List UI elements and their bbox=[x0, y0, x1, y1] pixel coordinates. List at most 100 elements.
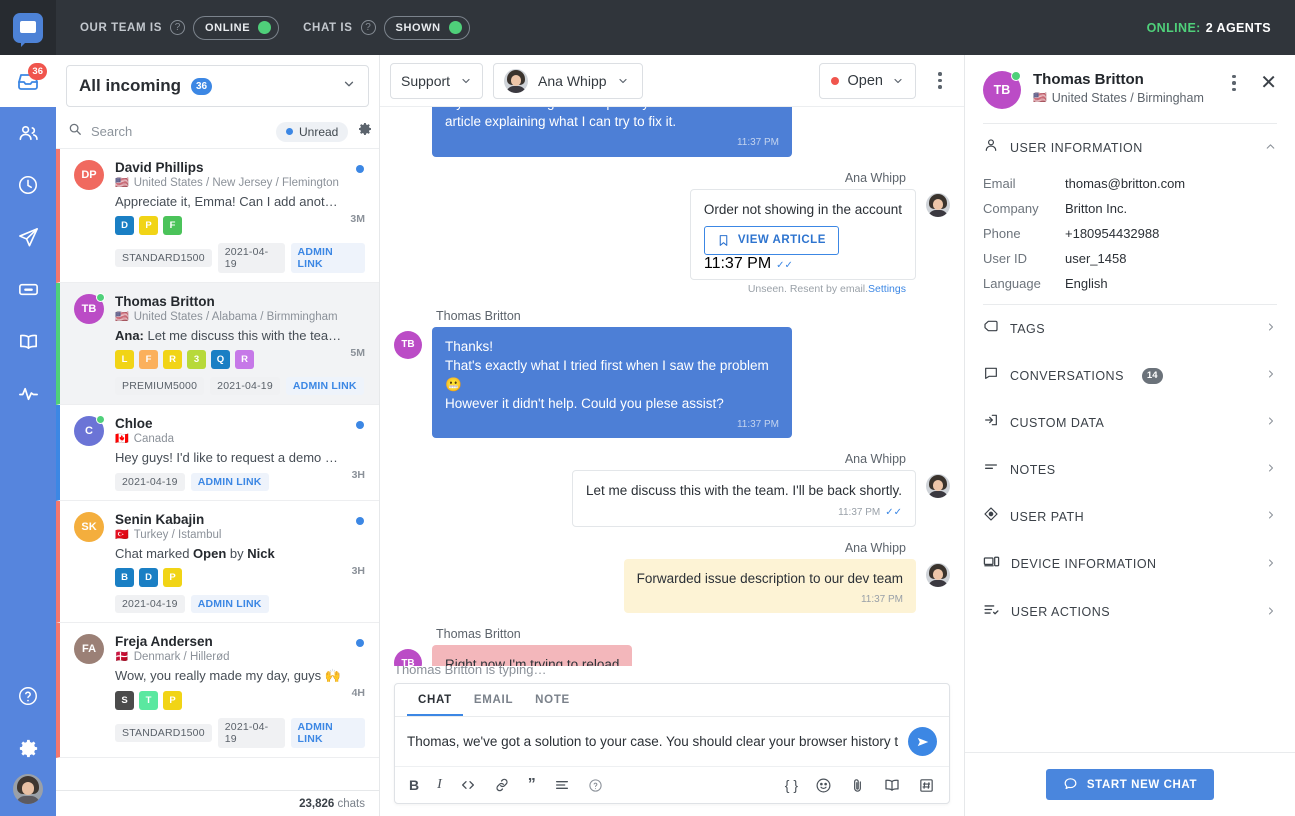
help-icon[interactable] bbox=[588, 778, 603, 793]
current-user-avatar[interactable] bbox=[13, 774, 43, 804]
admin-link[interactable]: ADMIN LINK bbox=[190, 473, 269, 491]
bold-icon[interactable]: B bbox=[409, 777, 419, 793]
sidebar-item-contacts[interactable] bbox=[0, 107, 56, 159]
view-article-button[interactable]: VIEW ARTICLE bbox=[703, 225, 839, 255]
country-flag-icon: 🇩🇰 bbox=[115, 650, 129, 663]
start-new-chat-button[interactable]: START NEW CHAT bbox=[1045, 769, 1215, 800]
tag-chip[interactable]: D bbox=[139, 568, 158, 587]
conversation-list-item[interactable]: DP David Phillips 🇺🇸 United States / New Je… bbox=[56, 149, 379, 283]
conversation-list-item[interactable]: TB Thomas Britton 🇺🇸 United States / Alabam… bbox=[56, 283, 379, 405]
sidebar-item-reports[interactable] bbox=[0, 367, 56, 419]
team-status-toggle[interactable]: ONLINE bbox=[193, 15, 280, 40]
sidebar-item-help[interactable] bbox=[0, 670, 56, 722]
section-tags[interactable]: TAGS bbox=[965, 305, 1295, 352]
user-info-value[interactable]: thomas@britton.com bbox=[1065, 176, 1185, 191]
tag-chip[interactable]: F bbox=[163, 216, 182, 235]
list-icon[interactable] bbox=[554, 777, 570, 793]
message-bubble: Forwarded issue description to our dev t… bbox=[623, 558, 916, 614]
admin-link[interactable]: ADMIN LINK bbox=[290, 243, 365, 273]
tag-chip[interactable]: Q bbox=[211, 350, 230, 369]
code-icon[interactable] bbox=[460, 777, 476, 793]
tag-chip[interactable]: S bbox=[115, 691, 134, 710]
message-bubble: I just placed the order, however it does… bbox=[432, 107, 792, 157]
inbox-filter-dropdown[interactable]: All incoming 36 bbox=[66, 65, 369, 107]
tag-chip[interactable]: R bbox=[163, 350, 182, 369]
tag-chip[interactable]: P bbox=[163, 568, 182, 587]
knowledge-book-icon[interactable] bbox=[883, 776, 901, 794]
list-settings-gear-icon[interactable] bbox=[357, 121, 373, 142]
section-conversations[interactable]: CONVERSATIONS 14 bbox=[965, 352, 1295, 399]
sidebar-item-history[interactable] bbox=[0, 159, 56, 211]
composer-input-row bbox=[395, 717, 949, 767]
canned-braces-icon[interactable]: { } bbox=[785, 777, 798, 793]
location-text: Canada bbox=[133, 433, 174, 445]
conversation-list-item[interactable]: FA Freja Andersen 🇩🇰 Denmark / Hillerød Wow,… bbox=[56, 623, 379, 758]
attachment-icon[interactable] bbox=[849, 777, 866, 794]
unread-filter-chip[interactable]: Unread bbox=[276, 121, 349, 142]
delivery-settings-link[interactable]: Settings bbox=[868, 283, 906, 295]
close-icon[interactable]: ✕ bbox=[1260, 73, 1277, 93]
country-flag-icon: 🇺🇸 bbox=[1033, 91, 1047, 104]
message-bubble: Thanks! That's exactly what I tried firs… bbox=[432, 326, 792, 439]
message-list[interactable]: TB I just placed the order, however it do… bbox=[380, 107, 964, 666]
admin-link[interactable]: ADMIN LINK bbox=[285, 377, 364, 395]
group-selector[interactable]: Support bbox=[390, 62, 484, 99]
help-question-icon[interactable]: ? bbox=[170, 20, 185, 35]
chat-status-selector[interactable]: Open bbox=[818, 62, 916, 99]
user-info-value[interactable]: +180954432988 bbox=[1065, 226, 1159, 241]
conversation-scroll-area[interactable]: DP David Phillips 🇺🇸 United States / New Je… bbox=[56, 149, 379, 790]
sidebar-item-tickets[interactable] bbox=[0, 263, 56, 315]
search-input[interactable] bbox=[91, 124, 267, 139]
conversation-list-item[interactable]: SK Senin Kabajin 🇹🇷 Turkey / Istambul Chat m… bbox=[56, 501, 379, 623]
sidebar-item-settings[interactable] bbox=[0, 722, 56, 774]
user-info-value[interactable]: user_1458 bbox=[1065, 251, 1126, 266]
admin-link[interactable]: ADMIN LINK bbox=[190, 595, 269, 613]
meta-chip: PREMIUM5000 bbox=[115, 377, 205, 395]
user-more-options-button[interactable] bbox=[1220, 74, 1248, 92]
tag-chip[interactable]: L bbox=[115, 350, 134, 369]
section-user-path[interactable]: USER PATH bbox=[965, 493, 1295, 540]
section-notes[interactable]: NOTES bbox=[965, 446, 1295, 493]
section-user-information[interactable]: USER INFORMATION bbox=[965, 124, 1295, 171]
tag-chip[interactable]: B bbox=[115, 568, 134, 587]
chat-count-footer: 23,826 chats bbox=[56, 790, 379, 816]
tag-chip[interactable]: P bbox=[163, 691, 182, 710]
chevron-right-icon bbox=[1265, 557, 1277, 572]
user-info-row: Company Britton Inc. bbox=[983, 196, 1277, 221]
agent-selector[interactable]: Ana Whipp bbox=[493, 62, 644, 99]
tag-chip[interactable]: D bbox=[115, 216, 134, 235]
tag-icon[interactable] bbox=[918, 777, 935, 794]
contacts-icon bbox=[19, 125, 38, 140]
tag-chip[interactable]: R bbox=[235, 350, 254, 369]
message-text: Let me discuss this with the team. I'll … bbox=[586, 483, 902, 499]
sidebar-item-inbox[interactable]: 36 bbox=[0, 55, 56, 107]
link-icon[interactable] bbox=[494, 777, 510, 793]
conversation-list-item[interactable]: C Chloe 🇨🇦 Canada Hey guys! I'd like to requ… bbox=[56, 405, 379, 501]
section-user-actions[interactable]: USER ACTIONS bbox=[965, 588, 1295, 636]
send-button[interactable] bbox=[908, 727, 937, 756]
section-device-information[interactable]: DEVICE INFORMATION bbox=[965, 540, 1295, 588]
help-question-icon-2[interactable]: ? bbox=[360, 20, 376, 35]
message-text: I just placed the order, however it does… bbox=[445, 107, 776, 130]
chat-more-options-button[interactable] bbox=[926, 63, 954, 99]
tag-chip[interactable]: 3 bbox=[187, 350, 206, 369]
chat-visibility-toggle[interactable]: SHOWN bbox=[383, 15, 470, 40]
composer-tab-email[interactable]: EMAIL bbox=[463, 684, 524, 716]
user-info-value[interactable]: English bbox=[1065, 276, 1108, 291]
tag-chip[interactable]: F bbox=[139, 350, 158, 369]
italic-icon[interactable]: I bbox=[437, 777, 442, 793]
quote-icon[interactable]: ” bbox=[528, 777, 536, 793]
composer-tab-note[interactable]: NOTE bbox=[524, 684, 581, 716]
composer-tab-chat[interactable]: CHAT bbox=[407, 684, 463, 716]
tag-chip[interactable]: T bbox=[139, 691, 158, 710]
emoji-icon[interactable] bbox=[815, 777, 832, 794]
panel-spacer bbox=[965, 636, 1295, 752]
admin-link[interactable]: ADMIN LINK bbox=[290, 718, 365, 748]
user-info-value[interactable]: Britton Inc. bbox=[1065, 201, 1127, 216]
section-custom-data[interactable]: CUSTOM DATA bbox=[965, 399, 1295, 446]
sidebar-item-knowledge[interactable] bbox=[0, 315, 56, 367]
sidebar-item-campaigns[interactable] bbox=[0, 211, 56, 263]
composer-toolbar: B I ” { } bbox=[395, 767, 949, 803]
tag-chip[interactable]: P bbox=[139, 216, 158, 235]
composer-input[interactable] bbox=[407, 734, 898, 749]
